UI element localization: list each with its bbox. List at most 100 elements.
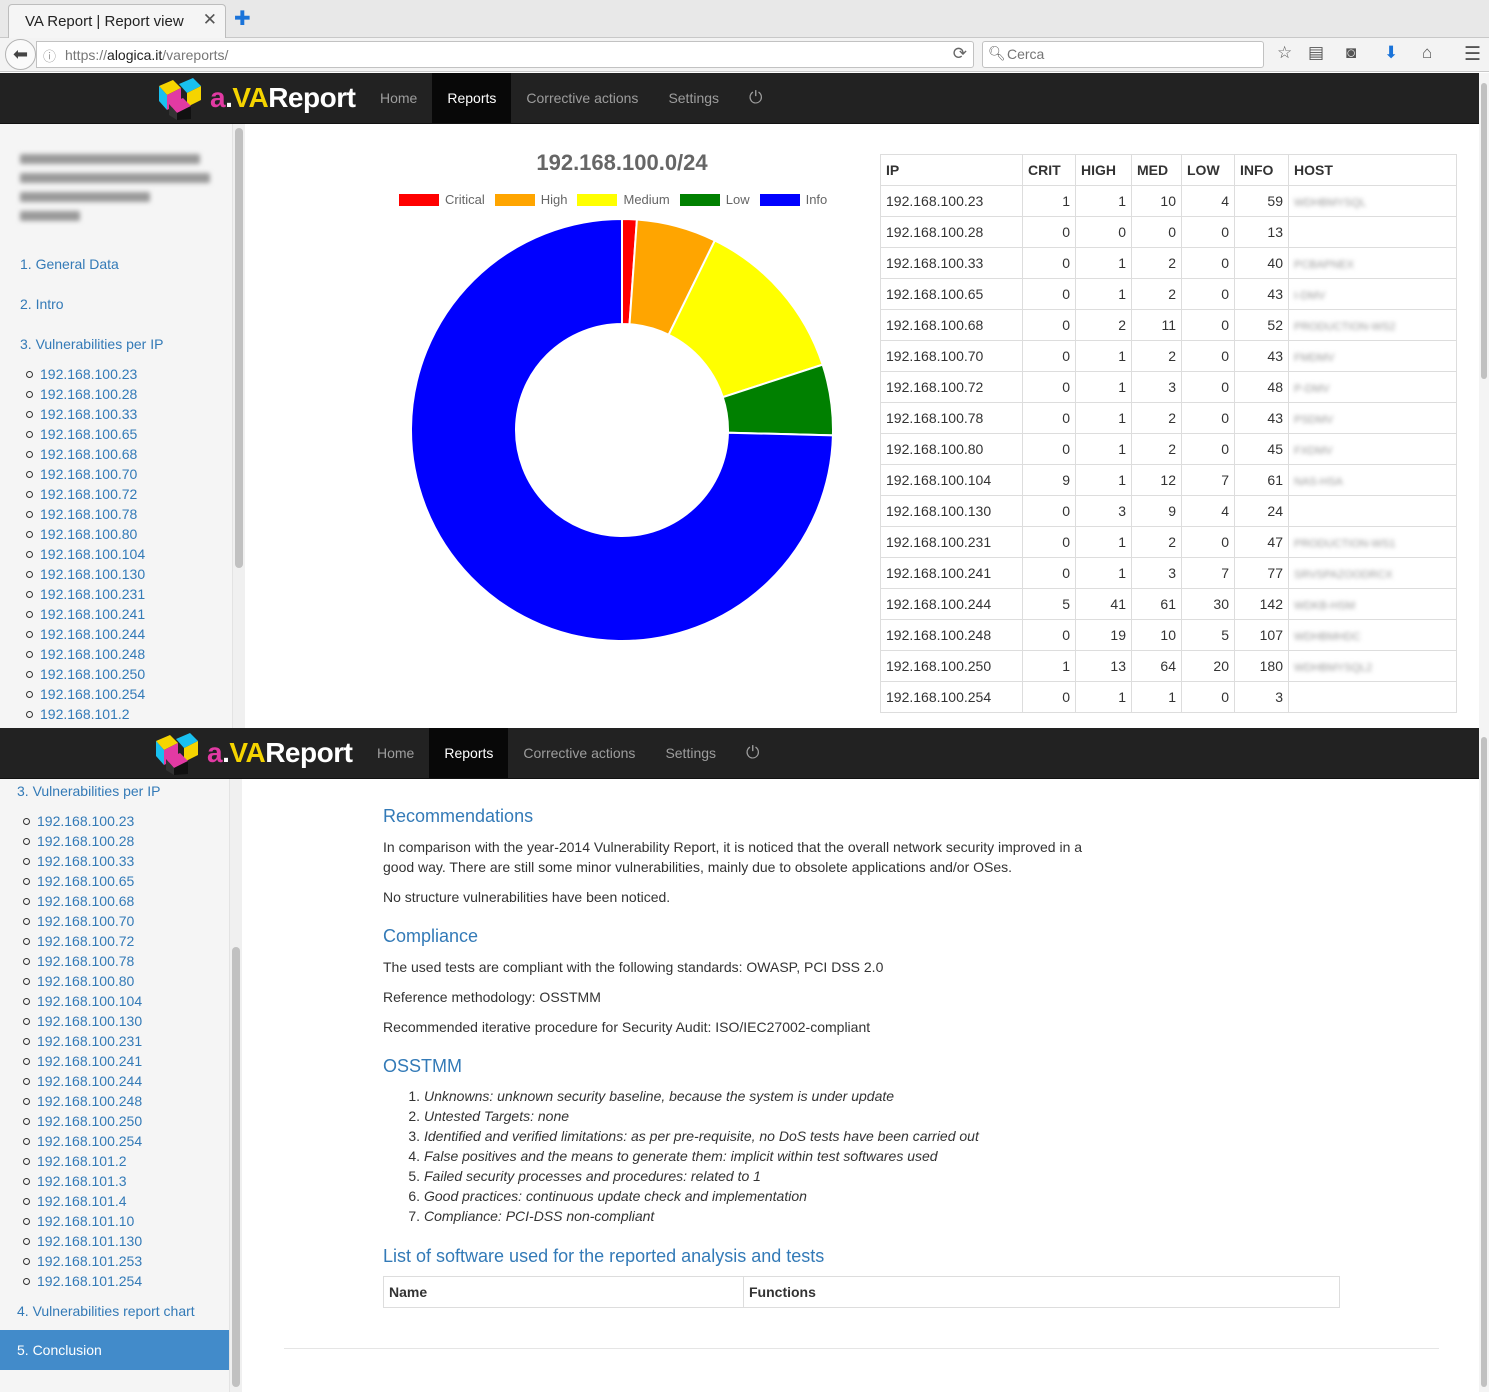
sidebar-ip-link[interactable]: 192.168.100.70: [25, 466, 137, 482]
cell-count: 0: [1022, 433, 1076, 465]
close-icon[interactable]: ✕: [203, 10, 217, 30]
nav-reports[interactable]: Reports: [429, 728, 509, 778]
sidebar-ip-link[interactable]: 192.168.100.248: [22, 1093, 142, 1109]
reading-list-icon[interactable]: ▤: [1308, 43, 1324, 63]
legend-item[interactable]: Info: [759, 192, 827, 207]
list-item-text: Unknowns: unknown security baseline, bec…: [424, 1088, 895, 1104]
chart-legend: Critical High Medium Low Info: [399, 192, 837, 207]
table-row: 192.168.100.72 0 1 3 0 48 P-DMV: [880, 371, 1457, 403]
sidebar-item-general-data[interactable]: 1. General Data: [20, 256, 119, 272]
sidebar-top: 1. General Data 2. Intro 3. Vulnerabilit…: [0, 124, 233, 728]
sidebar-ip-link[interactable]: 192.168.100.231: [25, 586, 145, 602]
software-table: Name Functions: [383, 1276, 1340, 1308]
back-arrow-icon[interactable]: ⬅: [5, 39, 36, 70]
sidebar-ip-link[interactable]: 192.168.100.248: [25, 646, 145, 662]
sidebar-ip-link[interactable]: 192.168.100.104: [22, 993, 142, 1009]
scrollbar-thumb[interactable]: [1481, 83, 1487, 379]
sidebar-ip-link[interactable]: 192.168.100.241: [25, 606, 145, 622]
sidebar-ip-link[interactable]: 192.168.100.80: [25, 526, 137, 542]
nav-logout[interactable]: ⏻: [734, 73, 777, 123]
legend-item[interactable]: Medium: [577, 192, 670, 207]
nav-settings[interactable]: Settings: [650, 728, 731, 778]
sidebar-ip-link[interactable]: 192.168.100.130: [22, 1013, 142, 1029]
scrollbar-thumb[interactable]: [1481, 737, 1487, 1387]
sidebar-ip-link[interactable]: 192.168.101.2: [23, 1153, 127, 1169]
sidebar-item-vulnerabilities-per-ip[interactable]: 3. Vulnerabilities per IP: [20, 336, 163, 352]
sidebar-ip-link[interactable]: 192.168.100.28: [25, 386, 137, 402]
sidebar-ip-link[interactable]: 192.168.101.3: [23, 1173, 127, 1189]
sidebar-ip-link[interactable]: 192.168.100.231: [22, 1033, 142, 1049]
sidebar-ip-link[interactable]: 192.168.100.72: [25, 486, 137, 502]
sidebar-ip-link[interactable]: 192.168.100.250: [22, 1113, 142, 1129]
sidebar-ip-link[interactable]: 192.168.100.23: [22, 813, 134, 829]
url-bar[interactable]: ⓘ https://alogica.it/vareports/ ⟳: [36, 41, 974, 68]
sidebar-ip-link[interactable]: 192.168.100.244: [22, 1073, 142, 1089]
sidebar-ip-link[interactable]: 192.168.100.104: [25, 546, 145, 562]
download-icon[interactable]: ⬇: [1384, 43, 1398, 63]
list-item: 2. Untested Targets: none: [383, 1106, 979, 1126]
nav-reports[interactable]: Reports: [432, 73, 512, 123]
sidebar-ip-link[interactable]: 192.168.100.65: [22, 873, 134, 889]
sidebar-ip-link[interactable]: 192.168.101.253: [22, 1253, 142, 1269]
sidebar-ip-link[interactable]: 192.168.100.68: [25, 446, 137, 462]
sidebar-ip-link[interactable]: 192.168.100.70: [22, 913, 134, 929]
sidebar-ip-link[interactable]: 192.168.100.33: [22, 853, 134, 869]
url-prefix: https://: [65, 47, 108, 63]
app-logo[interactable]: a.VAReport: [154, 733, 354, 775]
menu-icon[interactable]: ☰: [1464, 43, 1481, 66]
logo-va: VA: [232, 82, 269, 113]
sidebar-ip-link[interactable]: 192.168.100.68: [22, 893, 134, 909]
scrollbar-thumb[interactable]: [232, 947, 240, 1387]
star-icon[interactable]: ☆: [1277, 43, 1292, 63]
cell-count: 1: [1022, 185, 1076, 217]
reload-icon[interactable]: ⟳: [953, 44, 967, 64]
sidebar-ip-link[interactable]: 192.168.101.254: [22, 1273, 142, 1289]
sidebar-item-intro[interactable]: 2. Intro: [20, 296, 64, 312]
sidebar-item-report-chart[interactable]: 4. Vulnerabilities report chart: [17, 1303, 195, 1319]
sidebar-top-scrollbar[interactable]: [233, 124, 245, 728]
nav-corrective-actions[interactable]: Corrective actions: [508, 728, 650, 778]
sidebar-ip-link[interactable]: 192.168.100.78: [22, 953, 134, 969]
pocket-icon[interactable]: ◙: [1346, 43, 1356, 63]
browser-tab[interactable]: VA Report | Report view ✕: [8, 4, 226, 38]
sidebar-item-vulnerabilities-per-ip[interactable]: 3. Vulnerabilities per IP: [17, 783, 160, 799]
cell-host: PRODUCTION-WS1: [1288, 526, 1457, 558]
sidebar-ip-link[interactable]: 192.168.100.241: [22, 1053, 142, 1069]
nav-home[interactable]: Home: [365, 73, 432, 123]
search-input[interactable]: [1007, 46, 1257, 62]
sidebar-ip-link[interactable]: 192.168.101.4: [23, 1193, 127, 1209]
sidebar-ip-link[interactable]: 192.168.101.10: [22, 1213, 134, 1229]
sidebar-ip-link[interactable]: 192.168.100.78: [25, 506, 137, 522]
search-bar[interactable]: 🔍︎: [982, 41, 1264, 68]
sidebar-ip-link[interactable]: 192.168.100.130: [25, 566, 145, 582]
home-icon[interactable]: ⌂: [1422, 43, 1432, 63]
sidebar-item-conclusion[interactable]: 5. Conclusion: [0, 1330, 229, 1370]
sidebar-ip-link[interactable]: 192.168.100.254: [25, 686, 145, 702]
list-item-number: 3.: [408, 1128, 420, 1144]
nav-corrective-actions[interactable]: Corrective actions: [511, 73, 653, 123]
plus-icon[interactable]: ✚: [234, 6, 251, 31]
legend-item[interactable]: Low: [679, 192, 750, 207]
sidebar-ip-link[interactable]: 192.168.100.254: [22, 1133, 142, 1149]
nav-settings[interactable]: Settings: [653, 73, 734, 123]
sidebar-ip-link[interactable]: 192.168.100.33: [25, 406, 137, 422]
scrollbar-thumb[interactable]: [235, 128, 243, 568]
sidebar-ip-link[interactable]: 192.168.100.80: [22, 973, 134, 989]
info-icon[interactable]: ⓘ: [43, 46, 56, 65]
legend-item[interactable]: High: [494, 192, 567, 207]
sidebar-ip-link[interactable]: 192.168.100.23: [25, 366, 137, 382]
nav-home[interactable]: Home: [362, 728, 429, 778]
sidebar-ip-link[interactable]: 192.168.101.130: [22, 1233, 142, 1249]
sidebar-bottom-scrollbar[interactable]: [230, 779, 242, 1392]
sidebar-ip-link[interactable]: 192.168.100.72: [22, 933, 134, 949]
page-scrollbar[interactable]: [1479, 73, 1489, 1392]
sidebar-ip-link[interactable]: 192.168.100.244: [25, 626, 145, 642]
sidebar-ip-link[interactable]: 192.168.100.65: [25, 426, 137, 442]
sidebar-ip-link[interactable]: 192.168.100.250: [25, 666, 145, 682]
app-logo[interactable]: a.VAReport: [157, 78, 357, 120]
sidebar-ip-link[interactable]: 192.168.100.28: [22, 833, 134, 849]
sidebar-ip-link[interactable]: 192.168.101.2: [26, 706, 130, 722]
nav-logout[interactable]: ⏻: [731, 728, 774, 778]
cell-count: 43: [1234, 340, 1289, 372]
legend-item[interactable]: Critical: [399, 192, 485, 207]
